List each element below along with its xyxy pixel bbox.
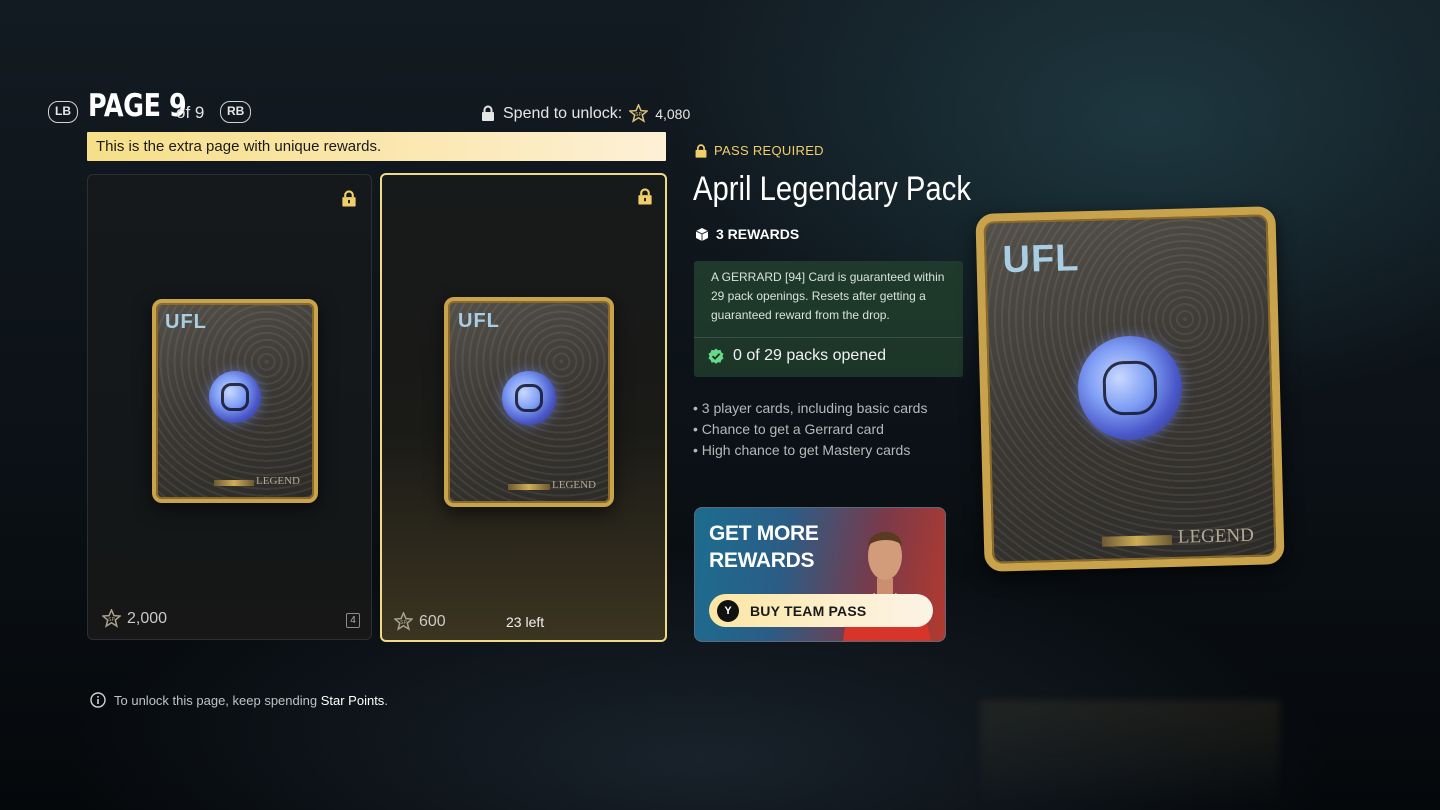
rewards-count: 3 REWARDS — [695, 226, 799, 242]
price-value: 600 — [419, 612, 446, 630]
spend-amount: 4,080 — [655, 105, 691, 122]
spend-label: Spend to unlock: — [503, 104, 623, 122]
pack-title: April Legendary Pack — [693, 170, 971, 208]
footer-note: To unlock this page, keep spending Star … — [90, 692, 388, 708]
svg-text:SP: SP — [635, 112, 641, 118]
lock-icon — [342, 190, 356, 207]
pack-image: UFL LEGEND — [152, 299, 318, 503]
spend-to-unlock: Spend to unlock: SP 4,080 — [480, 104, 690, 123]
list-item: • Chance to get a Gerrard card — [693, 421, 884, 437]
lock-icon — [638, 188, 652, 205]
pack-card-2[interactable]: UFL LEGEND SP 600 23 left — [380, 173, 667, 642]
cube-icon — [695, 227, 709, 241]
rb-button[interactable]: RB — [220, 101, 252, 123]
guarantee-box: A GERRARD [94] Card is guaranteed within… — [694, 261, 963, 377]
promo-heading: GET MORE REWARDS — [709, 520, 819, 574]
pass-required: PASS REQUIRED — [694, 143, 824, 158]
pack-card-1[interactable]: UFL LEGEND SP 2,000 4 — [87, 174, 372, 640]
pass-required-label: PASS REQUIRED — [714, 143, 824, 158]
extra-page-banner: This is the extra page with unique rewar… — [87, 132, 666, 161]
pack-bar — [508, 484, 550, 490]
buy-team-pass-label: BUY TEAM PASS — [750, 602, 867, 619]
check-badge-icon — [708, 348, 724, 364]
star-points-icon: SP — [102, 609, 121, 628]
footer-note-text: To unlock this page, keep spending — [114, 692, 318, 708]
team-pass-promo[interactable]: GET MORE REWARDS Y BUY TEAM PASS — [694, 507, 946, 642]
guarantee-text: A GERRARD [94] Card is guaranteed within… — [711, 270, 945, 322]
star-points-icon: SP — [629, 104, 649, 123]
pack-brand: LEGEND — [552, 479, 596, 491]
page-title: PAGE 9 — [88, 88, 187, 124]
svg-text:SP: SP — [108, 617, 114, 623]
star-points-icon: SP — [394, 612, 413, 631]
pack-logo: UFL — [1002, 237, 1080, 282]
list-item: • 3 player cards, including basic cards — [693, 400, 928, 416]
rewards-count-label: 3 REWARDS — [716, 226, 800, 242]
progress-row: 0 of 29 packs opened — [708, 347, 886, 365]
lock-icon — [695, 143, 707, 158]
ball-emblem-icon — [1076, 334, 1184, 442]
floor-reflection — [980, 700, 1280, 810]
reward-bullets: • 3 player cards, including basic cards … — [693, 398, 927, 461]
quantity-badge: 4 — [346, 613, 360, 628]
pack-bar — [214, 480, 254, 486]
progress-label: 0 of 29 packs opened — [733, 347, 887, 364]
promo-line-2: REWARDS — [709, 549, 815, 572]
lock-icon — [482, 105, 494, 121]
price-value: 2,000 — [127, 609, 168, 627]
featured-pack-image: UFL LEGEND — [975, 206, 1285, 572]
info-icon — [90, 692, 106, 708]
ball-emblem-icon — [502, 371, 556, 425]
pack-price: SP 2,000 — [102, 609, 167, 628]
y-button-icon: Y — [717, 599, 739, 622]
star-points-link[interactable]: Star Points — [321, 693, 385, 708]
promo-line-1: GET MORE — [709, 522, 819, 545]
pack-logo: UFL — [165, 311, 207, 333]
pack-brand: LEGEND — [256, 475, 300, 487]
buy-team-pass-button[interactable]: Y BUY TEAM PASS — [709, 594, 933, 627]
lb-button[interactable]: LB — [48, 101, 78, 123]
remaining-count: 23 left — [506, 614, 545, 630]
list-item: • High chance to get Mastery cards — [693, 442, 911, 458]
pack-brand: LEGEND — [1177, 524, 1255, 548]
pack-price: SP 600 — [394, 612, 446, 631]
pack-image: UFL LEGEND — [444, 297, 614, 507]
pack-bar — [1101, 534, 1173, 547]
svg-text:SP: SP — [400, 620, 406, 626]
ball-emblem-icon — [209, 371, 261, 423]
pack-logo: UFL — [458, 310, 500, 332]
divider — [694, 337, 963, 338]
page-total: of 9 — [176, 103, 205, 122]
footer-note-suffix: . — [384, 692, 388, 708]
banner-text: This is the extra page with unique rewar… — [96, 138, 382, 155]
